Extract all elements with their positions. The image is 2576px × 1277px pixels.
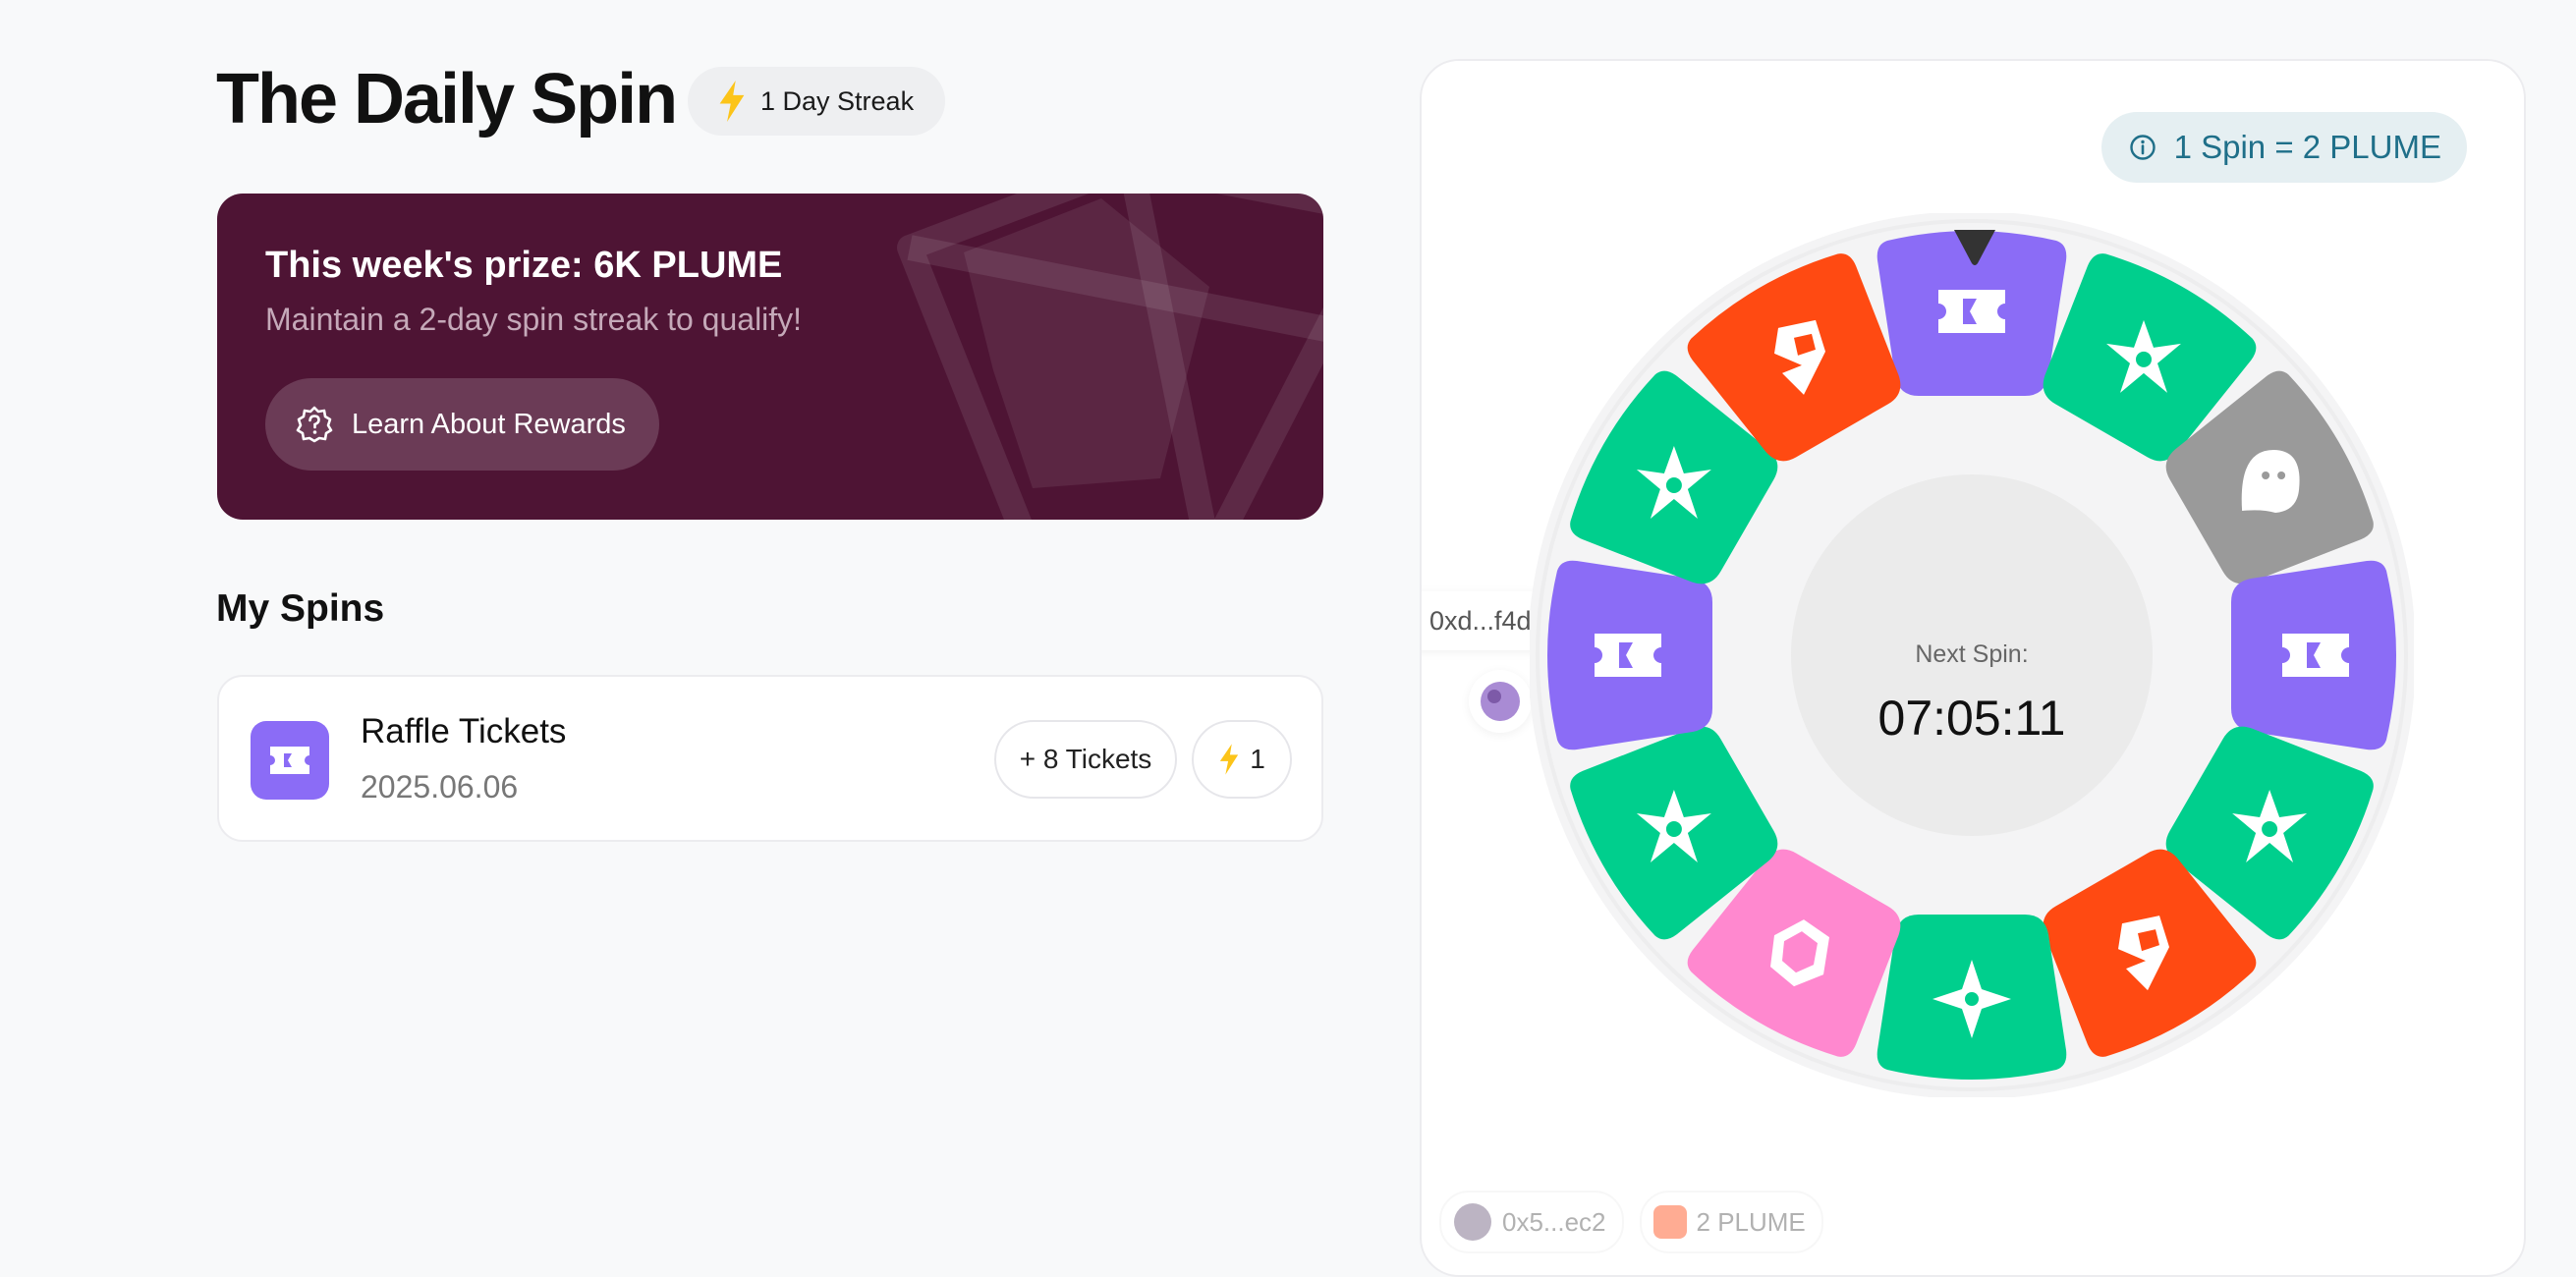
next-spin-label: Next Spin: xyxy=(1915,640,2029,668)
tickets-earned-label: + 8 Tickets xyxy=(1019,744,1152,774)
spin-wheel-panel: 1 Spin = 2 PLUME 0xd...f4d Next Spin: 07… xyxy=(1420,59,2526,1277)
feed-user: 0x5...ec2 xyxy=(1502,1206,1606,1237)
wheel-segment xyxy=(2231,560,2396,750)
feed-reward-label: 2 PLUME xyxy=(1696,1206,1806,1237)
my-spins-heading: My Spins xyxy=(216,587,385,630)
streak-label: 1 Day Streak xyxy=(760,85,915,116)
info-icon xyxy=(2129,135,2156,160)
streak-badge: 1 Day Streak xyxy=(688,67,946,136)
avatar xyxy=(1454,1203,1491,1241)
learn-about-rewards-button[interactable]: Learn About Rewards xyxy=(265,378,659,471)
feed-reward: 2 PLUME xyxy=(1639,1191,1823,1253)
prize-subtitle: Maintain a 2-day spin streak to qualify! xyxy=(265,302,803,337)
wheel-segment xyxy=(1547,560,1712,750)
tickets-earned-badge: + 8 Tickets xyxy=(994,720,1177,799)
streak-count-badge: 1 xyxy=(1192,720,1292,799)
feed-item: 0x5...ec2 xyxy=(1439,1191,1624,1253)
next-spin-countdown: 07:05:11 xyxy=(1877,691,2066,746)
ticket-icon xyxy=(1595,634,1661,677)
ticket-icon xyxy=(1938,290,2005,333)
weekly-prize-card: This week's prize: 6K PLUME Maintain a 2… xyxy=(217,194,1323,520)
streak-count: 1 xyxy=(1250,744,1265,774)
spin-reward-name: Raffle Tickets xyxy=(361,712,567,750)
learn-about-rewards-label: Learn About Rewards xyxy=(352,408,626,440)
spin-rate-label: 1 Spin = 2 PLUME xyxy=(2173,129,2441,165)
spin-rate-badge: 1 Spin = 2 PLUME xyxy=(2100,112,2467,183)
raffle-ticket-icon xyxy=(251,721,329,800)
plume-logo-icon xyxy=(1652,1205,1687,1239)
ticket-icon xyxy=(2282,634,2349,677)
lightning-icon xyxy=(1220,744,1239,775)
lightning-icon xyxy=(719,81,745,122)
user-address: 0xd...f4d xyxy=(1429,605,1532,636)
gem-watermark-icon xyxy=(897,194,1323,520)
wheel-segment xyxy=(1876,915,2067,1080)
wheel-pointer-icon xyxy=(1954,230,1995,265)
user-avatar xyxy=(1469,670,1532,733)
spin-history-item: Raffle Tickets 2025.06.06 + 8 Tickets 1 xyxy=(217,675,1323,842)
user-address-tag: 0xd...f4d xyxy=(1422,591,1545,650)
page-title: The Daily Spin xyxy=(216,60,678,139)
spin-date: 2025.06.06 xyxy=(361,769,519,805)
recent-spins-feed: 0x5...ec2 2 PLUME xyxy=(1439,1191,1823,1253)
prize-title: This week's prize: 6K PLUME xyxy=(265,245,783,286)
help-badge-icon xyxy=(296,406,333,443)
